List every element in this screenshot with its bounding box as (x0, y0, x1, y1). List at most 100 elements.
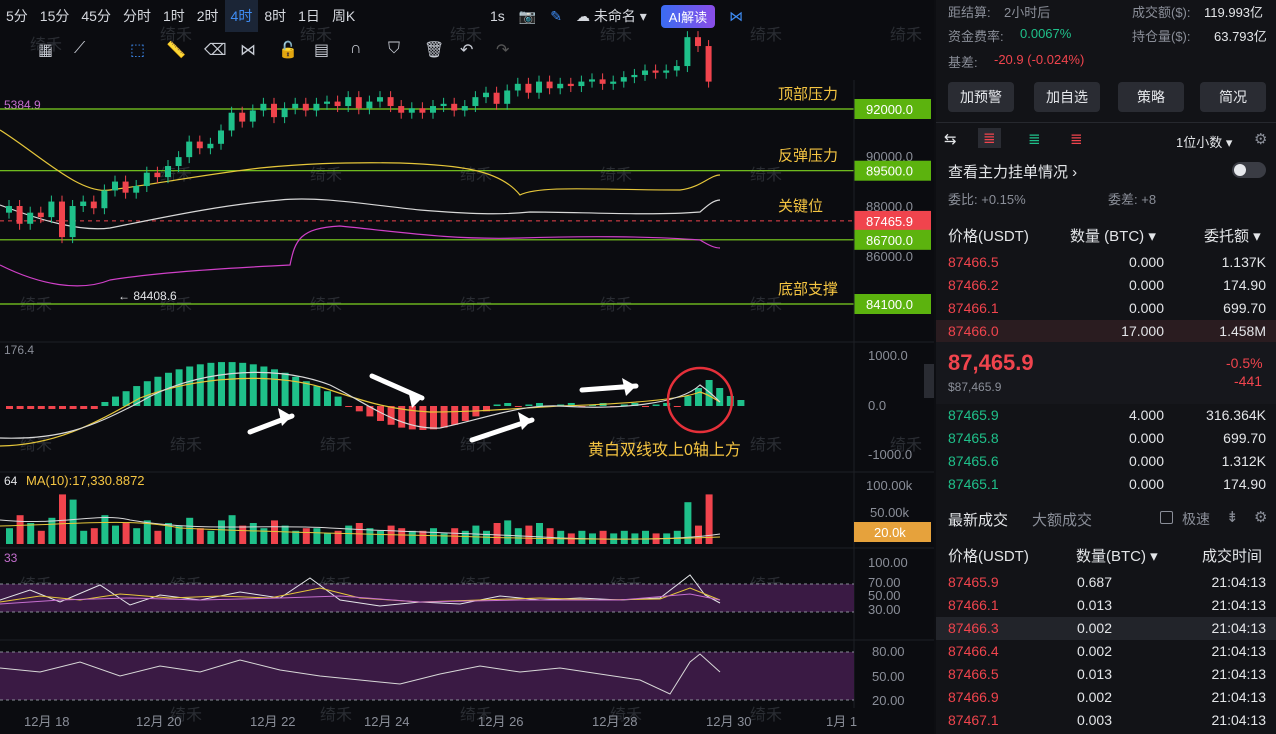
orderbook-both-icon[interactable]: ⇆ (944, 130, 957, 148)
orderbook-bids-icon[interactable]: ≣ (1028, 130, 1041, 148)
alert-button[interactable]: 加预警 (948, 82, 1014, 112)
macd-bar (324, 391, 331, 406)
bid-qty: 0.000 (1128, 476, 1164, 492)
ask-price: 87466.0 (948, 323, 999, 339)
macd-bar (16, 406, 24, 409)
trade-header-qty[interactable]: 数量(BTC) ▾ (1076, 545, 1158, 566)
volume-bar (37, 530, 45, 544)
macd-bar (536, 403, 543, 406)
macd-bar (737, 400, 745, 406)
strategy-button[interactable]: 策略 (1118, 82, 1184, 112)
basis-label: 基差: (948, 55, 978, 70)
candle (143, 172, 150, 187)
volume-bar (6, 528, 13, 544)
macd-bar (313, 386, 321, 406)
trade-amount: 21:04:13 (1211, 689, 1267, 705)
trade-amount: 21:04:13 (1211, 712, 1267, 728)
level-label: 顶部压力 (778, 86, 838, 103)
trade-settings-icon[interactable]: ⚙ (1254, 508, 1267, 526)
macd-bar (6, 406, 13, 409)
volume-bar (620, 530, 628, 544)
ask-row[interactable]: 87466.2 0.000 174.90 (936, 274, 1276, 297)
bid-row[interactable]: 87465.9 4.000 316.364K (936, 404, 1276, 427)
candle (271, 103, 277, 118)
trade-row[interactable]: 87466.4 0.002 21:04:13 (936, 640, 1276, 663)
tab-latest-trades[interactable]: 最新成交 (948, 509, 1008, 530)
ask-row[interactable]: 87466.0 17.000 1.458M (936, 320, 1276, 343)
trade-row[interactable]: 87465.9 0.687 21:04:13 (936, 571, 1276, 594)
vol-axis-label: 20.0k (874, 525, 906, 540)
last-price: 87,465.9 (948, 350, 1034, 375)
trade-price: 87466.3 (948, 620, 999, 636)
chart-area[interactable]: 5分 15分 45分 分时 1时 2时 4时 8时 1日 周K 1s 📷 ✎ ☁ 未命名 ▾ AI… (0, 0, 934, 734)
decimal-label: 1位小数 (1176, 135, 1223, 150)
macd-bar (218, 362, 225, 406)
bid-price: 87465.6 (948, 453, 999, 469)
trade-qty: 0.002 (1076, 643, 1112, 659)
bid-amount: 699.70 (1223, 430, 1266, 446)
volume-bar (59, 494, 66, 544)
watchlist-button[interactable]: 加自选 (1034, 82, 1100, 112)
bid-amount: 174.90 (1223, 476, 1266, 492)
main-orders-toggle[interactable] (1232, 162, 1266, 178)
bid-price: 87465.8 (948, 430, 999, 446)
macd-bar (504, 403, 512, 406)
ask-qty: 0.000 (1128, 277, 1164, 293)
kline-chart[interactable]: 绮禾绮禾 绮禾 绮禾 绮禾 绮禾 绮禾绮禾 绮禾 绮禾 绮禾 绮禾绮禾 绮禾 绮禾 绮禾 绮禾 绮禾绮禾 绮禾… (0, 0, 934, 734)
candle (536, 81, 542, 93)
trade-row[interactable]: 87466.9 0.002 21:04:13 (936, 686, 1276, 709)
volume-bar (112, 525, 119, 544)
bid-row[interactable]: 87465.6 0.000 1.312K (936, 450, 1276, 473)
orderbook-split-icon[interactable]: ≣ (978, 128, 1001, 148)
macd-bar (249, 364, 257, 406)
ask-row[interactable]: 87466.5 0.000 1.137K (936, 251, 1276, 274)
boll-upper (0, 129, 721, 196)
volume-bar (695, 525, 702, 544)
macd-bar (101, 402, 109, 406)
basis-value: -20.9 (-0.024%) (994, 52, 1085, 67)
volume-bar (398, 528, 406, 544)
level-label: 反弹压力 (778, 148, 838, 165)
kdj-axis-label: 80.00 (872, 644, 905, 659)
volume-bar (472, 525, 480, 544)
trade-price: 87466.5 (948, 666, 999, 682)
macd-axis-label: 1000.0 (868, 348, 908, 363)
bid-row[interactable]: 87465.8 0.000 699.70 (936, 427, 1276, 450)
x-axis-label: 12月 30 (706, 714, 752, 729)
trade-row[interactable]: 87467.1 0.003 21:04:13 (936, 709, 1276, 732)
x-axis-label: 12月 22 (250, 714, 296, 729)
trade-row[interactable]: 87466.1 0.013 21:04:13 (936, 594, 1276, 617)
decimal-select[interactable]: 1位小数 ▾ (1176, 132, 1232, 151)
candle (37, 212, 44, 218)
fast-checkbox[interactable] (1160, 511, 1173, 524)
candle (6, 206, 12, 213)
volume-bar (599, 530, 607, 544)
ask-row[interactable]: 87466.1 0.000 699.70 (936, 297, 1276, 320)
level-label: 底部支撑 (778, 281, 838, 298)
ob-header-amount[interactable]: 委托额 ▾ (1204, 225, 1261, 246)
ob-header-price: 价格(USDT) (948, 228, 1029, 245)
filter-icon[interactable]: ⇟ (1226, 508, 1239, 526)
volume-bar (642, 530, 649, 544)
candle (218, 130, 224, 144)
settings-icon[interactable]: ⚙ (1254, 130, 1267, 148)
candle (589, 79, 595, 82)
candle (69, 206, 76, 238)
overview-button[interactable]: 简况 (1200, 82, 1266, 112)
trade-amount: 21:04:13 (1211, 643, 1267, 659)
main-orders-link[interactable]: 查看主力挂单情况 › (948, 161, 1077, 182)
x-axis-label: 12月 18 (24, 714, 70, 729)
macd-bar (69, 406, 77, 409)
candle (451, 103, 458, 111)
orderbook-asks-icon[interactable]: ≣ (1070, 130, 1083, 148)
trade-row[interactable]: 87466.3 0.002 21:04:13 (936, 617, 1276, 640)
trade-row[interactable]: 87466.5 0.013 21:04:13 (936, 663, 1276, 686)
kdj-axis-label: 20.00 (872, 693, 905, 708)
volume-bar (419, 530, 427, 544)
watermark: 绮禾 (160, 26, 192, 44)
trade-qty: 0.013 (1076, 666, 1112, 682)
ob-header-qty[interactable]: 数量 (BTC) ▾ (1070, 225, 1156, 246)
trade-amount: 21:04:13 (1211, 666, 1267, 682)
tab-large-trades[interactable]: 大额成交 (1032, 509, 1092, 530)
bid-row[interactable]: 87465.1 0.000 174.90 (936, 473, 1276, 496)
